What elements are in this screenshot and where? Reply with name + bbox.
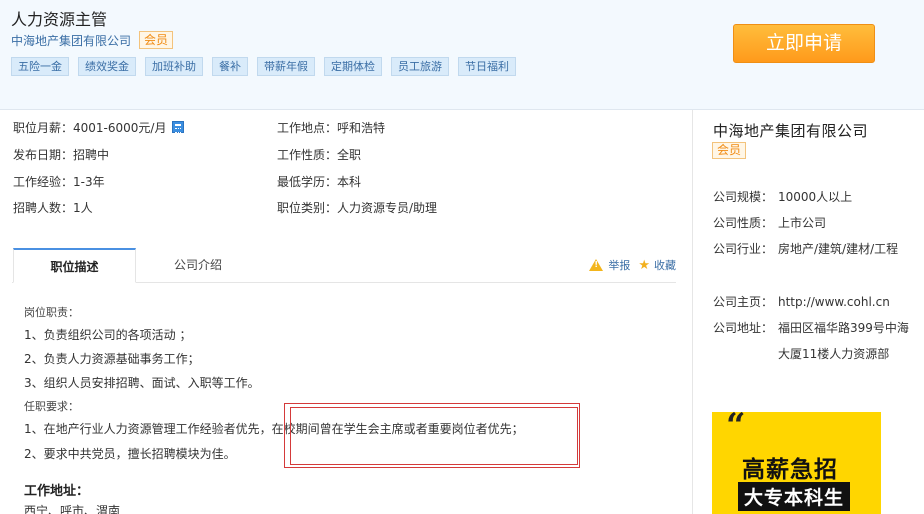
location-value: 呼和浩特	[337, 121, 386, 135]
company-industry-row: 公司行业： 房地产/建筑/建材/工程	[713, 236, 913, 262]
company-line: 中海地产集团有限公司 会员	[11, 30, 174, 50]
salary-row: 职位月薪：4001-6000元/月	[13, 119, 185, 136]
salary-label: 职位月薪：	[13, 121, 74, 135]
duty-line: 2、负责人力资源基础事务工作；	[24, 352, 200, 366]
perk-tag: 带薪年假	[257, 57, 315, 76]
perk-tag: 餐补	[212, 57, 248, 76]
star-icon: ★	[638, 257, 650, 273]
headcount-value: 1人	[73, 201, 93, 215]
company-size-value: 10000人以上	[778, 190, 853, 204]
company-address-value: 福田区福华路399号中海大厦11楼人力资源部	[778, 321, 909, 361]
publish-value: 招聘中	[73, 148, 110, 162]
company-link[interactable]: 中海地产集团有限公司	[11, 32, 131, 49]
perk-tag: 绩效奖金	[78, 57, 136, 76]
education-row: 最低学历：本科	[277, 173, 361, 190]
experience-row: 工作经验：1-3年	[13, 173, 105, 190]
category-value: 人力资源专员/助理	[337, 201, 438, 215]
requirement-line: 2、要求中共党员，擅长招聘模块为佳。	[24, 447, 236, 461]
perk-tag: 加班补助	[145, 57, 203, 76]
location-label: 工作地点：	[277, 121, 338, 135]
requirements-heading: 任职要求：	[24, 400, 79, 413]
company-type-value: 上市公司	[778, 216, 827, 230]
publish-row: 发布日期：招聘中	[13, 146, 109, 163]
job-header: 人力资源主管 中海地产集团有限公司 会员 五险一金 绩效奖金 加班补助 餐补 带…	[0, 0, 924, 110]
requirement-line: 1、在地产行业人力资源管理工作经验者优先，在校期间曾在学生会主席或者重要岗位者优…	[24, 422, 524, 436]
duties-heading: 岗位职责：	[24, 306, 79, 319]
company-address-row: 公司地址： 福田区福华路399号中海大厦11楼人力资源部	[713, 315, 913, 367]
nature-label: 工作性质：	[277, 148, 338, 162]
experience-label: 工作经验：	[13, 175, 74, 189]
company-industry-label: 公司行业：	[713, 242, 774, 256]
perk-tag: 定期体检	[324, 57, 382, 76]
calculator-icon[interactable]	[172, 121, 185, 133]
category-label: 职位类别：	[277, 201, 338, 215]
job-main: 职位月薪：4001-6000元/月 工作地点：呼和浩特 发布日期：招聘中 工作性…	[0, 110, 692, 514]
education-value: 本科	[337, 175, 362, 189]
duty-line: 3、组织人员安排招聘、面试、入职等工作。	[24, 376, 260, 390]
company-size-label: 公司规模：	[713, 190, 774, 204]
company-type-row: 公司性质： 上市公司	[713, 210, 913, 236]
apply-button[interactable]: 立即申请	[733, 24, 875, 63]
company-sidebar: 中海地产集团有限公司 会员 公司规模： 10000人以上 公司性质： 上市公司 …	[692, 110, 924, 514]
company-size-row: 公司规模： 10000人以上	[713, 184, 913, 210]
member-badge: 会员	[139, 31, 174, 49]
ad-subheadline: 大专本科生	[738, 482, 851, 511]
headcount-row: 招聘人数：1人	[13, 199, 93, 216]
nature-row: 工作性质：全职	[277, 146, 361, 163]
duty-line: 1、负责组织公司的各项活动 ；	[24, 328, 192, 342]
company-address-label: 公司地址：	[713, 321, 774, 335]
company-name[interactable]: 中海地产集团有限公司	[713, 120, 868, 141]
ad-quote-mark: “	[726, 412, 746, 446]
nature-value: 全职	[337, 148, 362, 162]
recruit-ad-banner[interactable]: “ 高薪急招 大专本科生	[712, 412, 881, 514]
perk-tag: 五险一金	[11, 57, 69, 76]
detail-tabs: 职位描述 公司介绍 举报 ★ 收藏	[12, 248, 676, 283]
work-address-heading: 工作地址：	[24, 484, 90, 499]
tab-company-intro[interactable]: 公司介绍	[136, 248, 260, 283]
perk-tag: 节日福利	[458, 57, 516, 76]
report-link[interactable]: 举报	[608, 257, 630, 273]
company-homepage-row: 公司主页： http://www.cohl.cn	[713, 289, 913, 315]
work-address-value: 西宁、呼市、渭南	[24, 504, 121, 514]
education-label: 最低学历：	[277, 175, 338, 189]
company-homepage-label: 公司主页：	[713, 295, 774, 309]
warning-icon	[589, 259, 604, 271]
tab-description[interactable]: 职位描述	[13, 248, 136, 283]
job-title: 人力资源主管	[11, 10, 108, 29]
salary-value: 4001-6000元/月	[73, 121, 167, 135]
publish-label: 发布日期：	[13, 148, 74, 162]
location-row: 工作地点：呼和浩特	[277, 119, 385, 136]
ad-headline: 高薪急招	[742, 457, 838, 483]
company-industry-value: 房地产/建筑/建材/工程	[778, 242, 899, 256]
category-row: 职位类别：人力资源专员/助理	[277, 199, 437, 216]
favorite-link[interactable]: 收藏	[654, 257, 676, 273]
company-homepage-link[interactable]: http://www.cohl.cn	[778, 289, 913, 315]
perk-tag: 员工旅游	[391, 57, 449, 76]
perk-tags: 五险一金 绩效奖金 加班补助 餐补 带薪年假 定期体检 员工旅游 节日福利	[11, 57, 525, 76]
headcount-label: 招聘人数：	[13, 201, 74, 215]
company-type-label: 公司性质：	[713, 216, 774, 230]
member-badge: 会员	[712, 142, 747, 159]
experience-value: 1-3年	[73, 175, 105, 189]
tab-tools: 举报 ★ 收藏	[589, 257, 676, 273]
